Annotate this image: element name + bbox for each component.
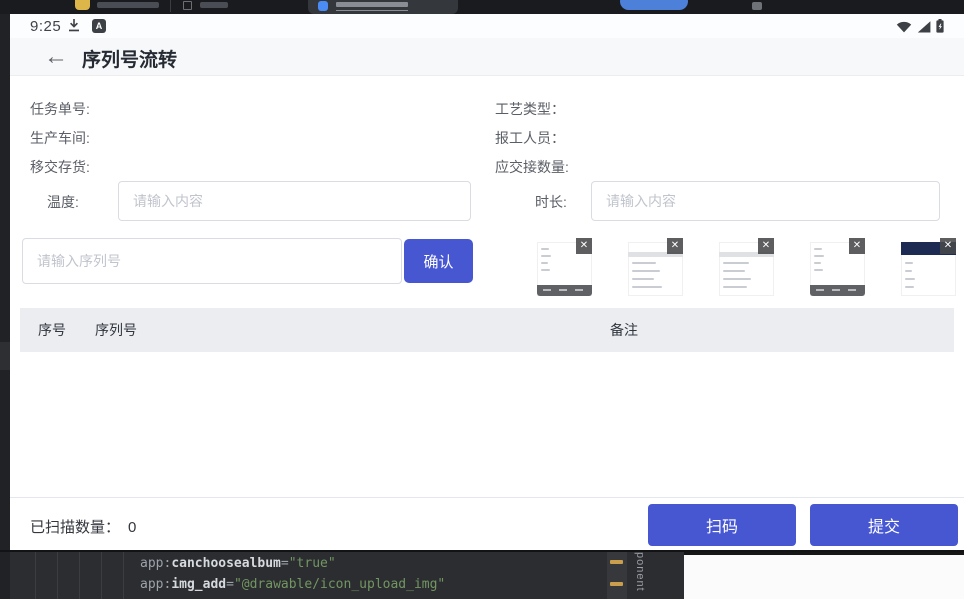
scan-button[interactable]: 扫码 [648, 504, 796, 546]
app-icon [318, 1, 328, 11]
app-header: ← 序列号流转 [10, 38, 964, 76]
ide-tab-bar [0, 0, 964, 14]
process-type-label: 工艺类型： [495, 99, 565, 119]
thumbnail-close-button[interactable]: ✕ [576, 238, 592, 254]
tab-text-placeholder [336, 2, 408, 7]
app-window: 9:25 A ← 序列号流转 [10, 14, 964, 552]
reporter-label: 报工人员： [495, 128, 565, 148]
thumbnail-close-button[interactable]: ✕ [940, 238, 956, 254]
column-header-index: 序号 [20, 320, 95, 340]
signal-icon [917, 20, 931, 38]
code-line: app:img_add="@drawable/icon_upload_img" [140, 577, 445, 592]
temperature-label: 温度: [47, 192, 79, 212]
xml-attribute-name: img_add [171, 577, 226, 592]
image-thumbnail[interactable]: ✕ [810, 238, 865, 296]
handover-qty-label: 应交接数量: [495, 157, 569, 177]
info-grid: 任务单号: 工艺类型： 生产车间: 报工人员： 移交存货: 应交接数量: [10, 94, 964, 181]
thumbnail-close-button[interactable]: ✕ [667, 238, 683, 254]
indent-guide [35, 552, 36, 599]
inputs-row: 温度: 时长: [10, 181, 964, 221]
duration-label: 时长: [535, 192, 567, 212]
status-time: 9:25 [30, 18, 61, 35]
indent-guide [101, 552, 102, 599]
thumbnail-close-button[interactable]: ✕ [849, 238, 865, 254]
xml-namespace: app: [140, 577, 171, 592]
design-preview-panel [684, 552, 964, 599]
image-thumbnail[interactable]: ✕ [719, 238, 774, 296]
screen: 9:25 A ← 序列号流转 [0, 0, 964, 599]
indent-guide [123, 552, 124, 599]
toolbar-mini-icon [752, 2, 762, 10]
image-thumbnail[interactable]: ✕ [901, 238, 956, 296]
editor-scrollbar[interactable] [607, 552, 627, 599]
indent-guide [79, 552, 80, 599]
transfer-stock-label: 移交存货: [30, 157, 90, 177]
back-button[interactable]: ← [40, 41, 72, 73]
image-thumbnail[interactable]: ✕ [537, 238, 592, 296]
column-header-remark: 备注 [610, 320, 954, 340]
back-arrow-icon: ← [44, 43, 68, 71]
scanned-count: 已扫描数量： 0 [30, 516, 136, 537]
column-header-serial: 序列号 [95, 320, 610, 340]
ide-code-panel: app:canchoosealbum="true" app:img_add="@… [10, 552, 964, 599]
uploaded-image-list: ✕ ✕ ✕ [10, 238, 964, 298]
letter-a-notification-icon: A [92, 19, 106, 33]
scrollbar-marker [610, 582, 623, 586]
image-thumbnail[interactable]: ✕ [628, 238, 683, 296]
workshop-label: 生产车间: [30, 128, 90, 148]
battery-icon [936, 19, 944, 38]
active-tab[interactable] [308, 0, 458, 14]
duration-input[interactable] [591, 181, 940, 221]
tab-title-placeholder [200, 2, 228, 8]
scanned-count-label: 已扫描数量： [30, 519, 120, 536]
scanned-count-value: 0 [128, 519, 136, 536]
submit-button[interactable]: 提交 [810, 504, 958, 546]
page-title: 序列号流转 [82, 45, 177, 72]
xml-namespace: app: [140, 556, 171, 571]
form-area: 任务单号: 工艺类型： 生产车间: 报工人员： 移交存货: 应交接数量: 温度:… [10, 76, 964, 552]
android-status-bar: 9:25 A [10, 14, 964, 38]
ide-left-panel-strip [0, 14, 10, 599]
xml-attribute-name: canchoosealbum [171, 556, 281, 571]
xml-attribute-value: "@drawable/icon_upload_img" [234, 577, 445, 592]
download-icon [67, 18, 81, 38]
task-number-label: 任务单号: [30, 99, 90, 119]
ide-logo-icon [75, 0, 90, 10]
wifi-icon [896, 20, 912, 38]
info-row: 移交存货: 应交接数量: [10, 152, 964, 181]
thumbnail-close-button[interactable]: ✕ [758, 238, 774, 254]
xml-attribute-value: "true" [289, 556, 336, 571]
code-line: app:canchoosealbum="true" [140, 556, 336, 571]
app-footer: 已扫描数量： 0 扫码 提交 [10, 497, 964, 552]
run-pill-button[interactable] [620, 0, 688, 10]
xml-equals: = [281, 556, 289, 571]
table-header: 序号 序列号 备注 [20, 308, 954, 352]
scrollbar-marker [610, 560, 623, 564]
info-row: 生产车间: 报工人员： [10, 123, 964, 152]
tab-separator [170, 0, 171, 12]
left-panel-highlight [0, 342, 10, 370]
tab-text-underline [336, 10, 408, 11]
component-tool-window-tab[interactable]: ponent [628, 552, 646, 599]
info-row: 任务单号: 工艺类型： [10, 94, 964, 123]
xml-equals: = [226, 577, 234, 592]
indent-guide [57, 552, 58, 599]
table-body-empty [20, 352, 954, 497]
temperature-input[interactable] [118, 181, 471, 221]
document-icon [183, 1, 192, 10]
tab-title-placeholder [97, 2, 159, 8]
